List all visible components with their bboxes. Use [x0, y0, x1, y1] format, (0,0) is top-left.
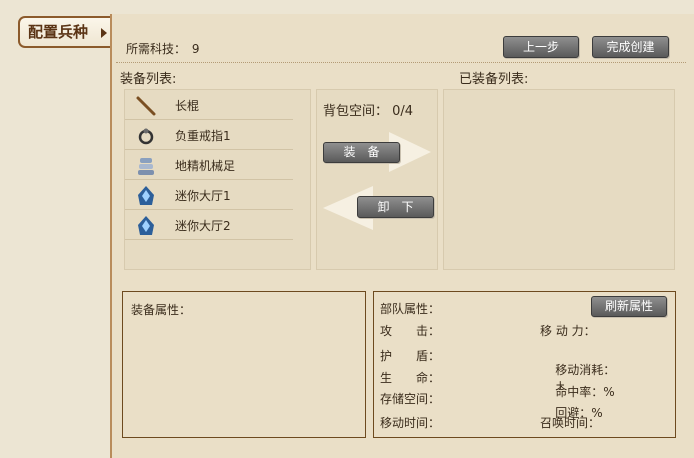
unit-attributes-panel: 部队属性： 刷新属性 攻 击： 移 动 力： 护 盾： 移动消耗： + 生 命：…	[373, 291, 676, 438]
backpack-label: 背包空间：	[323, 104, 389, 119]
equipment-attributes-title: 装备属性：	[131, 303, 192, 317]
backpack-value: 0/4	[392, 104, 414, 119]
equipment-attributes-panel: 装备属性：	[122, 291, 366, 438]
hit-rate-value: %	[603, 385, 615, 399]
unequip-button[interactable]: 卸 下	[357, 196, 434, 218]
list-item[interactable]: 长棍	[125, 90, 293, 120]
tech-value: 9	[191, 42, 200, 56]
hall-icon	[135, 185, 155, 205]
equipped-list-title: 已装备列表:	[459, 72, 529, 87]
unit-attributes-title: 部队属性：	[380, 302, 441, 316]
item-name: 迷你大厅2	[175, 219, 231, 233]
tab-arrow-icon	[101, 28, 107, 38]
staff-icon	[135, 95, 156, 116]
storage-label: 存储空间：	[380, 392, 441, 406]
list-item[interactable]: 迷你大厅1	[125, 180, 293, 210]
list-item[interactable]: 迷你大厅2	[125, 210, 293, 240]
equipment-list: 长棍 负重戒指1 地精机械足 迷你大厅1 迷你大厅2	[124, 89, 311, 270]
item-name: 长棍	[175, 99, 200, 113]
hall-icon	[135, 215, 155, 235]
ring-icon	[135, 125, 155, 145]
shield-label: 护 盾：	[380, 349, 441, 363]
life-label: 生 命：	[380, 371, 441, 385]
transfer-panel: 背包空间： 0/4 装 备 卸 下	[316, 89, 438, 270]
equipped-list	[443, 89, 675, 270]
tech-requirement: 所需科技： 9	[126, 40, 199, 57]
list-item[interactable]: 地精机械足	[125, 150, 293, 180]
equip-button[interactable]: 装 备	[323, 142, 400, 163]
tech-label: 所需科技：	[126, 42, 187, 56]
mech-feet-icon	[135, 155, 155, 175]
move-time-label: 移动时间：	[380, 416, 441, 430]
summon-time-label: 召唤时间：	[540, 416, 601, 430]
header-divider	[116, 62, 686, 63]
move-power-label: 移 动 力：	[540, 324, 596, 338]
tab-label: 配置兵种	[28, 23, 89, 41]
refresh-attributes-button[interactable]: 刷新属性	[591, 296, 667, 317]
equipment-list-title: 装备列表:	[120, 72, 177, 87]
item-name: 迷你大厅1	[175, 189, 231, 203]
backpack-space: 背包空间： 0/4	[323, 100, 413, 119]
list-item[interactable]: 负重戒指1	[125, 120, 293, 150]
tab-configure-unit[interactable]: 配置兵种	[18, 16, 110, 48]
prev-step-button[interactable]: 上一步	[503, 36, 579, 58]
attack-label: 攻 击：	[380, 324, 441, 338]
item-name: 负重戒指1	[175, 129, 231, 143]
item-name: 地精机械足	[175, 159, 236, 173]
finish-create-button[interactable]: 完成创建	[592, 36, 669, 58]
